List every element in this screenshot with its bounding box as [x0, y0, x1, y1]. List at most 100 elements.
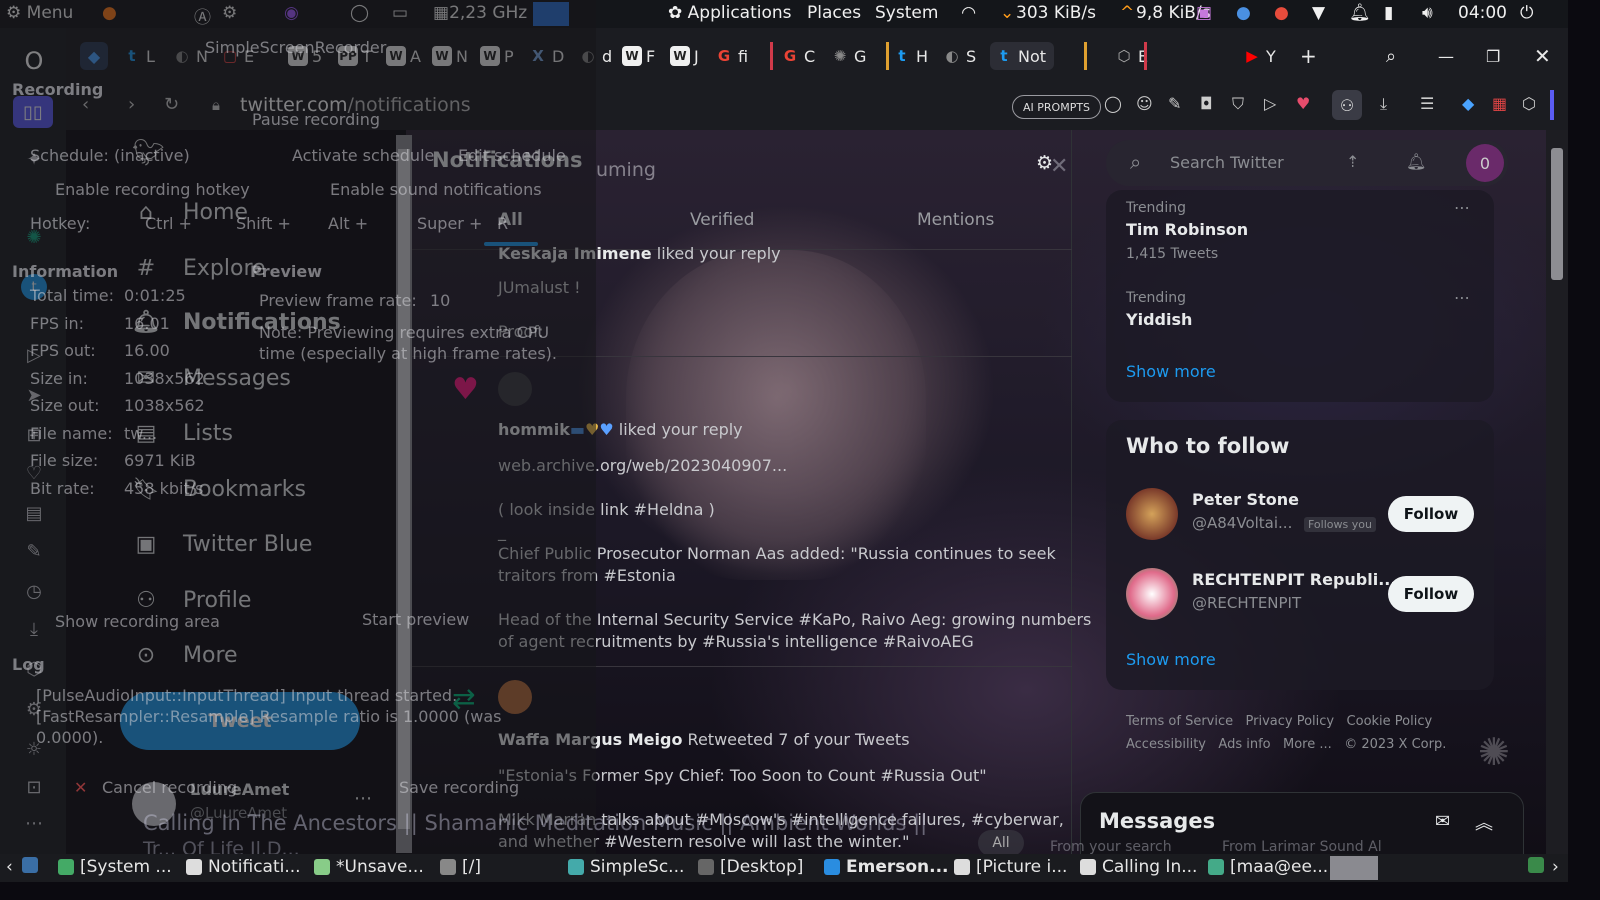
close-overlay-icon[interactable]: ✕	[1050, 154, 1068, 179]
volume-icon[interactable]: 🔊︎	[1422, 3, 1433, 23]
heart-fill-icon[interactable]: ♥	[1296, 94, 1310, 113]
taskbar-left-arrow[interactable]: ‹	[6, 857, 13, 877]
browser-tab[interactable]: PP T	[338, 42, 372, 70]
messages-tab-all[interactable]: All	[978, 830, 1024, 856]
browser-tab[interactable]: WF	[622, 42, 655, 70]
taskbar-item[interactable]: Calling In...	[1080, 857, 1197, 877]
wallet-icon[interactable]: ◆	[1462, 94, 1474, 113]
tweet-button[interactable]: Tweet	[120, 692, 360, 750]
tab-mentions[interactable]: Mentions	[917, 210, 994, 230]
scroll-thumb[interactable]	[398, 149, 410, 829]
forward-button[interactable]: ›	[128, 94, 135, 115]
suggestion-name[interactable]: RECHTENPIT Republi...	[1192, 570, 1396, 589]
browser-tab[interactable]: ✺ G	[830, 42, 867, 70]
show-desktop-icon[interactable]	[22, 857, 44, 873]
restore-button[interactable]: ❐	[1486, 42, 1500, 70]
taskbar-item[interactable]: [maa@ee...	[1208, 857, 1328, 877]
browser-tab[interactable]: WN	[432, 42, 468, 70]
battery-icon[interactable]: ▮	[1384, 3, 1393, 23]
url-field[interactable]: twitter.com/notifications	[240, 94, 471, 116]
taskbar-item[interactable]: [System ...	[58, 857, 172, 877]
notification-2[interactable]: hommik▬♥♥ liked your reply	[498, 420, 743, 439]
browser-tab[interactable]: WP	[480, 42, 514, 70]
nav-bookmarks[interactable]: 🔖︎ Bookmarks	[132, 475, 306, 503]
left-scrollbar[interactable]	[396, 135, 412, 853]
cube-icon[interactable]: ⬡	[21, 656, 47, 682]
page-scrollbar[interactable]	[1546, 130, 1568, 854]
notification-bell-icon[interactable]: 🔔︎	[1406, 152, 1426, 171]
nav-lists[interactable]: ▤ Lists	[132, 419, 233, 447]
emoji-icon[interactable]: ☺	[1136, 94, 1153, 113]
settings-icon[interactable]: ⚙	[21, 696, 47, 722]
browser-tab[interactable]: tL	[122, 42, 155, 70]
taskbar-item[interactable]: SimpleSc...	[568, 857, 684, 877]
avatar[interactable]	[498, 680, 532, 714]
shield-icon[interactable]: ⛉	[1232, 94, 1244, 114]
footer-link[interactable]: More ...	[1283, 737, 1332, 752]
tab-all[interactable]: All	[498, 210, 523, 230]
downloads-icon[interactable]: ⤓	[21, 616, 47, 642]
heart-icon[interactable]: ♡	[21, 460, 47, 486]
places-menu[interactable]: Places	[807, 3, 861, 23]
active-task-indicator[interactable]	[1330, 856, 1378, 880]
settings-gears-icon[interactable]: ⚙	[222, 3, 237, 23]
search-input[interactable]: Search Twitter	[1170, 153, 1284, 172]
chat-icon[interactable]: ◯	[1104, 94, 1122, 113]
download-icon[interactable]: ⤓	[1380, 94, 1387, 114]
back-button[interactable]: ‹	[82, 94, 89, 115]
aria-icon[interactable]: ✦	[21, 146, 47, 172]
trend-topic[interactable]: Tim Robinson	[1126, 220, 1248, 239]
browser-tab[interactable]: ◐ S	[942, 42, 976, 70]
browser-tab[interactable]: ▢ E	[220, 42, 254, 70]
browser-tab[interactable]: ◐ N	[172, 42, 208, 70]
apps-icon[interactable]: ⊞	[21, 422, 47, 448]
footer-link[interactable]: Cookie Policy	[1347, 714, 1433, 729]
player-icon[interactable]: ▷	[21, 342, 47, 368]
camera-icon[interactable]: ◘	[1200, 94, 1213, 113]
suggestion-name[interactable]: Peter Stone	[1192, 490, 1299, 509]
nav-twitter-blue[interactable]: ▣ Twitter Blue	[132, 530, 313, 558]
taskbar-item[interactable]: Emerson...	[824, 857, 949, 877]
nav-more[interactable]: ⊙ More	[132, 641, 238, 669]
nav-home[interactable]: ⌂ Home	[132, 198, 248, 226]
new-message-icon[interactable]: ✉	[1435, 811, 1450, 832]
clock[interactable]: 04:00	[1458, 3, 1507, 23]
tray-shield-icon[interactable]	[1528, 857, 1550, 873]
browser-tab[interactable]: ◐ d	[578, 42, 612, 70]
nav-messages[interactable]: ✉ Messages	[132, 364, 291, 392]
nav-explore[interactable]: # Explore	[132, 254, 266, 282]
follow-button[interactable]: Follow	[1388, 576, 1474, 612]
collapse-chevron-icon[interactable]: ︽	[1475, 809, 1493, 835]
system-menu[interactable]: System	[875, 3, 938, 23]
trend-topic[interactable]: Yiddish	[1126, 310, 1192, 329]
upload-icon[interactable]: ⇡	[1346, 152, 1359, 171]
avatar[interactable]	[498, 372, 532, 406]
account-switcher[interactable]: LuureAmet @LuureAmet ⋯	[132, 780, 392, 834]
inkscape-icon[interactable]: Ⓐ	[194, 3, 211, 28]
pen-icon[interactable]: ✎	[21, 538, 47, 564]
search-box[interactable]: ⌕ Search Twitter ⇡ 🔔︎ 0	[1106, 140, 1508, 186]
taskbar-item[interactable]: *Unsave...	[314, 857, 424, 877]
reload-button[interactable]: ↻	[164, 94, 179, 115]
menu-button[interactable]: ⚙ Menu	[6, 3, 73, 23]
follow-button[interactable]: Follow	[1388, 496, 1474, 532]
browser-tab[interactable]: WA	[386, 42, 421, 70]
ellipsis-icon[interactable]: ⋯	[354, 788, 372, 809]
update-icon[interactable]: ●	[1236, 3, 1251, 23]
tab-pinned[interactable]: ◆	[80, 42, 108, 70]
browser-tab[interactable]: GC	[780, 42, 815, 70]
power-icon[interactable]: ⏻	[1520, 3, 1533, 23]
firefox-icon[interactable]: ●	[102, 3, 117, 23]
tab-verified[interactable]: Verified	[690, 210, 754, 230]
close-window-button[interactable]: ✕	[1534, 42, 1551, 70]
vpn-icon[interactable]: ▼	[1312, 3, 1325, 23]
cube3d-icon[interactable]: ⬡	[1522, 94, 1536, 113]
podcast-icon[interactable]: ◉	[284, 3, 299, 23]
send-page-icon[interactable]: ▷	[1264, 94, 1276, 113]
twitter-logo-icon[interactable]: 🐦︎	[132, 138, 165, 168]
wifi-icon[interactable]: ◜◝	[962, 3, 975, 23]
bulb-icon[interactable]: ☼	[21, 736, 47, 762]
workspace-icon[interactable]: ▯▯	[13, 96, 53, 128]
search-tabs-icon[interactable]: ⌕	[1386, 42, 1396, 70]
browser-tab[interactable]: ⬡E	[1114, 42, 1148, 70]
